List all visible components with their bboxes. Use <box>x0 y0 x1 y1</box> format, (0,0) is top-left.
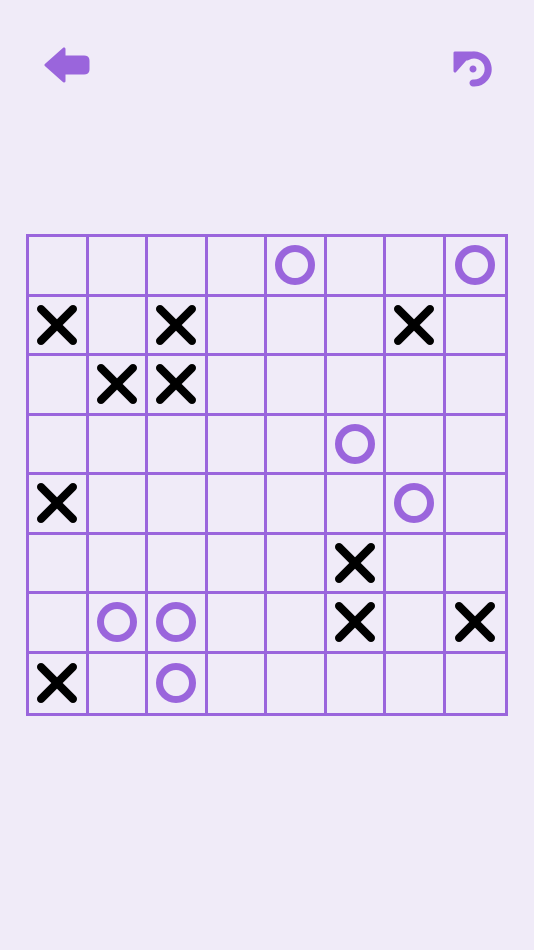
board-cell-r8-c7[interactable] <box>386 653 446 713</box>
board-cell-r3-c6[interactable] <box>326 356 386 416</box>
back-arrow-icon <box>44 47 90 83</box>
board-cell-r1-c3[interactable] <box>148 237 208 297</box>
x-mark-icon <box>154 362 198 406</box>
board-cell-r8-c4[interactable] <box>208 653 267 713</box>
undo-button[interactable] <box>443 39 499 95</box>
undo-icon <box>453 51 492 87</box>
board-cell-r2-c1[interactable] <box>29 296 89 356</box>
board-cell-r5-c2[interactable] <box>88 475 148 535</box>
board-cell-r5-c4[interactable] <box>207 475 267 535</box>
x-mark-icon <box>154 303 198 347</box>
board-cell-r2-c7[interactable] <box>386 296 446 356</box>
x-mark-icon <box>35 303 79 347</box>
board-cell-r6-c2[interactable] <box>88 534 148 594</box>
board-cell-r3-c8[interactable] <box>445 356 505 416</box>
x-mark-icon <box>35 661 79 705</box>
board-cell-r2-c6[interactable] <box>326 296 386 356</box>
o-mark-icon <box>333 422 377 466</box>
board-cell-r8-c3[interactable] <box>148 653 208 713</box>
board-cell-r4-c4[interactable] <box>207 415 267 475</box>
o-mark-icon <box>154 661 198 705</box>
board-cell-r2-c4[interactable] <box>207 296 267 356</box>
board-cell-r4-c1[interactable] <box>29 415 89 475</box>
x-mark-icon <box>35 481 79 525</box>
board-cell-r5-c5[interactable] <box>267 475 327 535</box>
board-cell-r5-c1[interactable] <box>29 475 89 535</box>
board-cell-r8-c8[interactable] <box>446 654 506 714</box>
board-cell-r4-c8[interactable] <box>445 416 505 475</box>
board-cell-r5-c6[interactable] <box>326 475 386 535</box>
board-cell-r6-c3[interactable] <box>148 534 208 594</box>
o-mark-icon <box>95 600 139 644</box>
board-cell-r7-c4[interactable] <box>207 594 267 654</box>
board-cell-r2-c5[interactable] <box>267 296 327 356</box>
board-cell-r1-c7[interactable] <box>386 237 446 297</box>
o-mark-icon <box>154 600 198 644</box>
board-cell-r3-c3[interactable] <box>148 356 208 416</box>
board-cell-r3-c4[interactable] <box>207 356 267 416</box>
board-cell-r3-c1[interactable] <box>29 356 89 416</box>
board-cell-r7-c2[interactable] <box>88 594 148 654</box>
board-cell-r7-c1[interactable] <box>29 594 89 654</box>
board-cell-r7-c3[interactable] <box>148 594 208 654</box>
board-cell-r3-c5[interactable] <box>267 356 327 416</box>
board-cell-r6-c1[interactable] <box>29 534 89 594</box>
x-mark-icon <box>453 600 497 644</box>
x-mark-icon <box>333 541 377 585</box>
board-cell-r5-c3[interactable] <box>148 475 208 535</box>
back-button[interactable] <box>37 37 93 93</box>
board-cell-r3-c7[interactable] <box>386 356 446 416</box>
board-cell-r7-c5[interactable] <box>267 594 327 654</box>
board-cell-r4-c3[interactable] <box>148 415 208 475</box>
board-cell-r6-c7[interactable] <box>386 534 446 594</box>
board-cell-r6-c5[interactable] <box>267 534 327 594</box>
board-cell-r1-c2[interactable] <box>88 237 148 297</box>
o-mark-icon <box>273 243 317 287</box>
game-screen <box>0 0 534 950</box>
board-cell-r7-c7[interactable] <box>386 594 446 654</box>
board-cell-r1-c1[interactable] <box>29 237 89 297</box>
board-cell-r8-c6[interactable] <box>327 653 386 713</box>
board-cell-r1-c5[interactable] <box>267 237 327 297</box>
board-cell-r8-c5[interactable] <box>267 653 327 713</box>
board-cell-r1-c4[interactable] <box>207 237 267 297</box>
game-board <box>26 234 508 716</box>
board-cell-r4-c2[interactable] <box>88 415 148 475</box>
board-cell-r6-c6[interactable] <box>326 534 386 594</box>
board-cell-r2-c8[interactable] <box>445 297 505 356</box>
board-cell-r5-c8[interactable] <box>445 475 505 535</box>
board-grid <box>26 234 508 716</box>
o-mark-icon <box>392 481 436 525</box>
board-cell-r4-c5[interactable] <box>267 415 327 475</box>
board-cell-r8-c1[interactable] <box>29 653 89 713</box>
board-cell-r3-c2[interactable] <box>88 356 148 416</box>
o-mark-icon <box>453 243 497 287</box>
board-cell-r1-c6[interactable] <box>326 237 386 297</box>
x-mark-icon <box>95 362 139 406</box>
board-cell-r4-c6[interactable] <box>326 415 386 475</box>
board-cell-r8-c2[interactable] <box>89 653 148 713</box>
board-cell-r2-c3[interactable] <box>148 296 208 356</box>
board-cell-r6-c4[interactable] <box>207 534 267 594</box>
board-cell-r5-c7[interactable] <box>386 475 446 535</box>
board-cell-r6-c8[interactable] <box>445 535 505 594</box>
board-cell-r4-c7[interactable] <box>386 415 446 475</box>
board-cell-r7-c6[interactable] <box>326 594 386 654</box>
board-cell-r7-c8[interactable] <box>445 594 505 654</box>
x-mark-icon <box>392 303 436 347</box>
board-cell-r2-c2[interactable] <box>88 296 148 356</box>
x-mark-icon <box>333 600 377 644</box>
board-cell-r1-c8[interactable] <box>445 237 505 297</box>
